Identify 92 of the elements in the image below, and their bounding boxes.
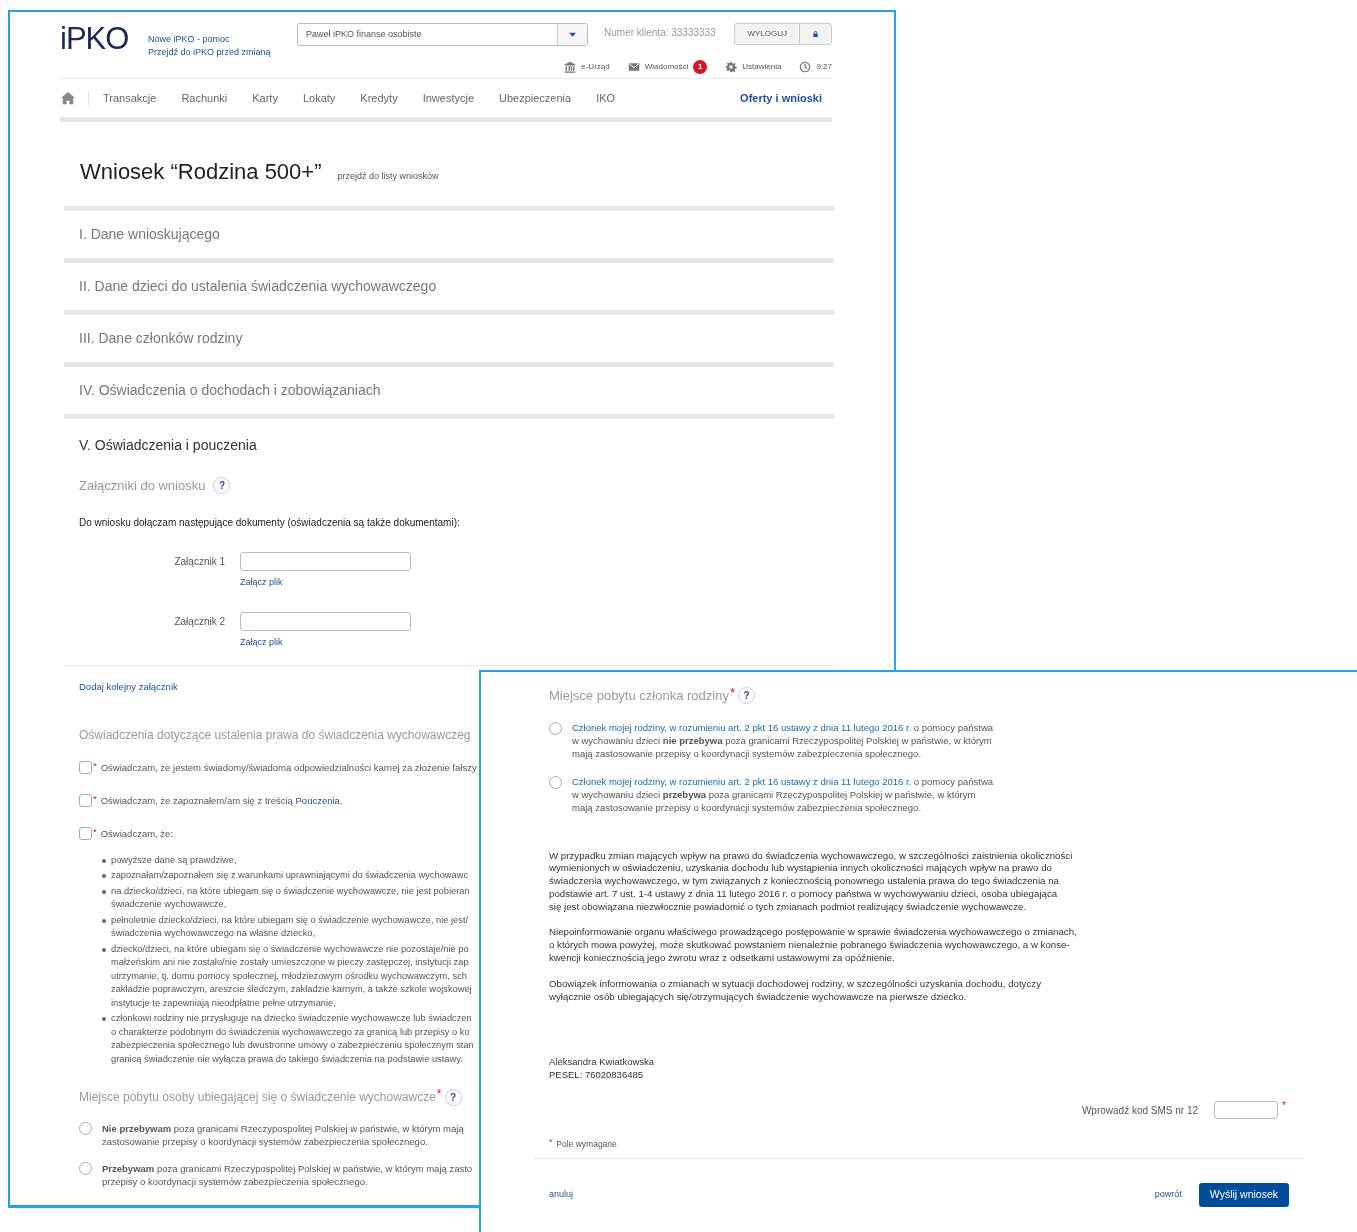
submit-button[interactable]: Wyślij wniosek xyxy=(1198,1183,1289,1207)
radio-button[interactable] xyxy=(549,721,562,735)
help-button[interactable]: ? xyxy=(738,687,755,705)
bullet-dot xyxy=(102,889,106,894)
list-link[interactable]: przejdź do listy wniosków xyxy=(337,170,439,184)
declaration-text: Oświadczam, że jestem świadomy/świadoma odpowiedzialności karnej za złożenie fałszy xyxy=(100,760,477,775)
utility-link[interactable]: 9:27 xyxy=(816,60,832,73)
field-label: Wprowadź kod SMS nr 12 xyxy=(1081,1103,1199,1118)
bullet-dot xyxy=(102,858,106,863)
utility-link[interactable]: e-Urząd xyxy=(581,60,610,73)
intro-text: Do wniosku dołączam następujące dokumenty (oświadczenia są także dokumentami): xyxy=(79,515,461,530)
nav-tab[interactable]: Lokaty xyxy=(302,89,336,107)
notice-paragraph: Obowiązek informowania o zmianach w sytuacji dochodowej rodziny, w szczególności uzyskania dochodu, dotyczy wyłącznie osób ubiegających się/otrzymujących świadczenie wychowawcze na pierwsze dziecko. xyxy=(549,976,1042,1004)
profile-select[interactable]: Paweł iPKO finanse osobiste xyxy=(297,23,588,46)
checkbox[interactable] xyxy=(79,794,92,807)
option-text: Członek mojej rodziny, w rozumieniu art. 2 pkt 16 ustawy z dnia 11 lutego 2016 r. o pomocy państwa w wychowaniu dzieci nie przebywa poza granicami Rzeczypospolitej Polskiej w państwie, w którym mają zastosowanie przepisy o koordynacji systemów zabezpieczenia społecznego. xyxy=(572,720,995,760)
nav-tab[interactable]: Rachunki xyxy=(181,89,228,107)
attach-link[interactable]: Załącz plik xyxy=(240,636,412,650)
declaration-text: Oświadczam, że zapoznałem/am się z treścią Pouczenia. xyxy=(100,794,343,808)
help-button[interactable]: ? xyxy=(213,477,231,495)
notification-badge: 1 xyxy=(693,59,708,74)
bullet-text: zapoznałam/zapoznałem się z warunkami uprawniającymi do świadczenia wychowawc xyxy=(111,869,469,882)
radio-button[interactable] xyxy=(79,1122,92,1135)
cancel-link[interactable]: anuluj xyxy=(549,1188,574,1202)
nav-tab[interactable]: Ubezpieczenia xyxy=(499,89,572,107)
subsection-title: Miejsce pobytu członka rodziny xyxy=(549,687,729,705)
subsection-title: Miejsce pobytu osoby ubiegającej się o świadczenie wychowawcze xyxy=(79,1089,436,1106)
section-header[interactable]: III. Dane członków rodziny xyxy=(79,328,243,349)
nav-tab[interactable]: Inwestycje xyxy=(422,89,474,107)
checkbox[interactable] xyxy=(79,760,92,774)
radio-button[interactable] xyxy=(79,1162,92,1175)
required-mark: * xyxy=(93,760,97,771)
notice-paragraph: Niepoinformowanie organu właściwego prowadzącego postępowanie w sprawie świadczenia wychowawczego o zmianach, o których mowa powyżej, może skutkować powstaniem nienależnie pobranego świadczenia wychowawczego, a w konse- kwencji koniecznością jego zwrotu wraz z odsetkami ustawowymi za opóźnienie. xyxy=(549,925,1078,965)
field-label: Załącznik 1 xyxy=(173,554,225,569)
law-link[interactable]: Członek mojej rodziny, w rozumieniu art. 2 pkt 16 ustawy z dnia 11 lutego 2016 r. xyxy=(572,775,912,787)
client-number: Numer klienta: 33333333 xyxy=(604,26,716,40)
help-button[interactable]: ? xyxy=(444,1088,462,1106)
section-header[interactable]: I. Dane wnioskującego xyxy=(79,224,220,245)
gear-icon xyxy=(725,60,738,73)
nav-tab[interactable]: Karty xyxy=(252,89,278,107)
envelope-icon xyxy=(627,60,640,73)
help-link[interactable]: Przejdź do iPKO przed zmianą xyxy=(148,46,297,59)
section-header[interactable]: V. Oświadczenia i pouczenia xyxy=(79,435,257,456)
nav-tab[interactable]: Transakcje xyxy=(103,89,157,107)
bullet-dot xyxy=(102,1017,106,1021)
input-field[interactable] xyxy=(240,612,411,631)
declaration-text: Oświadczam, że: xyxy=(100,827,174,842)
bullet-text: członkowi rodziny nie przysługuje na dziecko świadczenie wychowawcze lub świadczen o charakterze podobnym do świadczenia wychowawczego za granicą lub przepisy o ko zabezpieczenia społecznego lub dwustronne umowy o zabezpieczeniu społecznym stan granicą świadczenie nie wyłącza prawa do takiego świadczenia na podstawie ustawy. xyxy=(111,1012,474,1066)
pesel-number: PESEL: 76020836485 xyxy=(549,1068,645,1082)
required-note: Pole wymagane xyxy=(556,1138,617,1152)
bullet-text: powyższe dane są prawdziwe, xyxy=(111,853,237,867)
back-link[interactable]: powrót xyxy=(1154,1188,1182,1202)
caret-icon xyxy=(568,30,577,39)
clock-icon xyxy=(799,60,812,73)
radio-button[interactable] xyxy=(549,775,562,789)
field-label: Załącznik 2 xyxy=(173,615,225,629)
option-text: Członek mojej rodziny, w rozumieniu art. 2 pkt 16 ustawy z dnia 11 lutego 2016 r. o pomocy państwa w wychowaniu dzieci przebywa poza granicami Rzeczypospolitej Polskiej w państwie, w którym mają zastosowanie przepisy o koordynacji systemów zabezpieczenia społecznego. xyxy=(572,774,995,814)
bank-icon xyxy=(564,60,577,73)
sms-code-field[interactable] xyxy=(1214,1101,1279,1120)
option-text: Przebywam poza granicami Rzeczypospolitej Polskiej w państwie, w którym mają zasto przepisy o koordynacji systemów zabezpieczenia społecznego. xyxy=(102,1162,473,1188)
bullet-dot xyxy=(102,947,106,952)
page-title: Wniosek “Rodzina 500+” xyxy=(80,159,322,186)
attach-link[interactable]: Załącz plik xyxy=(240,575,412,589)
subsection-title: Załączniki do wniosku xyxy=(79,477,206,495)
subsection-title: Oświadczenia dotyczące ustalenia prawa do świadczenia wychowawczeg xyxy=(79,726,471,744)
section-header[interactable]: IV. Oświadczenia o dochodach i zobowiązaniach xyxy=(79,380,381,401)
pouczenia-link[interactable]: Pouczenia xyxy=(295,795,340,806)
nav-tab[interactable]: Oferty i wnioski xyxy=(740,89,822,107)
required-mark: * xyxy=(93,827,97,837)
required-mark: * xyxy=(1282,1101,1286,1112)
utility-link[interactable]: Ustawienia xyxy=(742,60,782,73)
law-link[interactable]: Członek mojej rodziny, w rozumieniu art. 2 pkt 16 ustawy z dnia 11 lutego 2016 r. xyxy=(572,721,912,733)
required-mark: * xyxy=(549,1138,553,1150)
bullet-dot xyxy=(102,874,106,878)
add-attachment-link[interactable]: Dodaj kolejny załącznik xyxy=(79,679,178,694)
option-text: Nie przebywam poza granicami Rzeczypospolitej Polskiej w państwie, w którym mają zastosowanie przepisy o koordynacji systemów zabezpieczenia społecznego. xyxy=(102,1122,464,1148)
bullet-dot xyxy=(102,918,106,923)
section-header[interactable]: II. Dane dzieci do ustalenia świadczenia wychowawczego xyxy=(79,276,437,297)
signer-name: Aleksandra Kwiatkowska xyxy=(549,1055,656,1069)
home-icon xyxy=(60,91,76,105)
nav-tab[interactable]: IKO xyxy=(596,89,616,107)
notice-paragraph: W przypadku zmian mających wpływ na prawo do świadczenia wychowawczego, w szczególności zaistnienia okoliczności wymienionych w oświadczeniu, uzyskania dochodu lub wystąpienia innych okoliczności mających wpływ na prawo do świadczenia wychowawczego, w tym związanych z koniecznością ponownego ustalenia prawa do tego świadczenia na podstawie art. 7 ust. 1-4 ustawy z dnia 11 lutego 2016 r. o pomocy państwa w wychowywaniu dzieci, osoba ubiegająca się jest obowiązana niezwłocznie powiadomić o tych zmianach podmiot realizujący świadczenie wychowawcze. xyxy=(549,849,1074,914)
checkbox[interactable] xyxy=(79,827,92,841)
required-mark: * xyxy=(729,686,735,700)
required-mark: * xyxy=(93,794,97,804)
nav-tab[interactable]: Kredyty xyxy=(360,89,398,107)
help-link[interactable]: Nowe iPKO - pomoc xyxy=(148,33,297,46)
lock-icon xyxy=(812,28,819,40)
utility-link[interactable]: Wiadomości xyxy=(644,60,689,73)
logo[interactable]: iPKO xyxy=(60,23,148,54)
input-field[interactable] xyxy=(240,551,411,571)
required-mark: * xyxy=(436,1088,442,1100)
